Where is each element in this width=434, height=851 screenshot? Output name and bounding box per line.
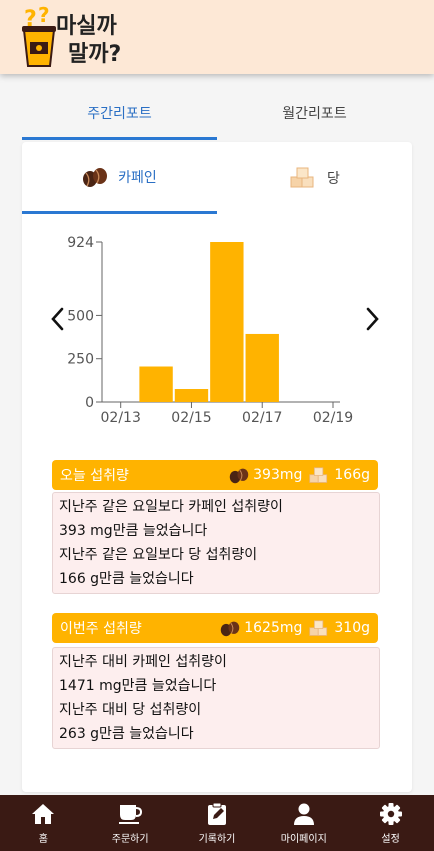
today-caffeine-value: 393mg [253, 467, 303, 483]
week-caffeine-value: 1625mg [244, 620, 303, 636]
today-intake-bar: 오늘 섭취량 393mg 166g [52, 460, 378, 490]
x-tick-label: 02/15 [171, 410, 211, 426]
today-detail-line: 393 mg만큼 늘었습니다 [59, 523, 208, 539]
week-intake-bar: 이번주 섭취량 1625mg 310g [52, 613, 378, 643]
coffee-bean-icon [229, 468, 249, 483]
y-tick-label: 500 [67, 308, 94, 324]
chart-bar [210, 242, 244, 402]
y-tick-label: 924 [67, 235, 94, 251]
caffeine-chart: 0 250 500 924 02/13 02/15 02/17 02/19 [22, 230, 412, 430]
nav-mypage-label: 마이페이지 [280, 834, 327, 845]
coffee-bean-icon [82, 166, 108, 188]
sugar-cube-icon [309, 619, 328, 636]
today-intake-details: 지난주 같은 요일보다 카페인 섭취량이 393 mg만큼 늘었습니다 지난주 … [52, 492, 380, 594]
home-icon [32, 804, 55, 824]
tab-sugar[interactable]: 당 [217, 142, 412, 214]
chart-bar [139, 366, 173, 402]
clipboard-edit-icon [207, 802, 226, 825]
nutrient-tabs: 카페인 당 [22, 142, 412, 214]
x-tick-label: 02/13 [101, 410, 141, 426]
x-tick-label: 02/19 [313, 410, 353, 426]
bottom-nav: 홈 주문하기 기록하기 마이페이지 설정 [0, 795, 434, 851]
today-intake-title: 오늘 섭취량 [60, 468, 129, 484]
week-sugar-value: 310g [334, 620, 370, 636]
sugar-cube-icon [309, 466, 328, 483]
coffee-bean-icon [221, 621, 240, 636]
nav-record-label: 기록하기 [198, 834, 236, 845]
today-detail-line: 166 g만큼 늘었습니다 [59, 571, 194, 587]
chart-bar [174, 389, 209, 402]
tab-weekly-report[interactable]: 주간리포트 [22, 94, 217, 140]
tab-caffeine[interactable]: 카페인 [22, 142, 217, 214]
chart-bar [245, 333, 279, 402]
report-card: 카페인 당 0 250 500 924 02/13 02/15 02/17 02/19 오늘 … [22, 142, 412, 792]
nav-home[interactable]: 홈 [0, 795, 87, 851]
gear-icon [379, 803, 402, 825]
person-icon [293, 803, 314, 825]
tab-monthly-report[interactable]: 월간리포트 [217, 94, 412, 140]
coffee-cup-icon [119, 805, 143, 824]
week-detail-line: 지난주 대비 카페인 섭취량이 [59, 654, 227, 670]
x-tick-label: 02/17 [242, 410, 282, 426]
nav-home-label: 홈 [38, 834, 48, 845]
week-detail-line: 지난주 대비 당 섭취량이 [59, 702, 202, 718]
nav-mypage[interactable]: 마이페이지 [260, 795, 347, 851]
nav-settings-label: 설정 [381, 834, 400, 845]
nav-record[interactable]: 기록하기 [174, 795, 261, 851]
week-caffeine-stat: 1625mg [220, 620, 302, 637]
today-sugar-stat: 166g [308, 466, 370, 484]
today-caffeine-stat: 393mg [229, 467, 302, 484]
tab-sugar-label: 당 [327, 171, 340, 187]
nav-settings[interactable]: 설정 [347, 795, 434, 851]
y-tick-label: 0 [85, 395, 94, 411]
today-detail-line: 지난주 같은 요일보다 당 섭취량이 [59, 547, 258, 563]
nav-order[interactable]: 주문하기 [87, 795, 174, 851]
app-header: ? ? 마실까 말까? [0, 0, 434, 74]
chart-svg: 0 250 500 924 02/13 02/15 02/17 02/19 [67, 235, 353, 426]
week-intake-title: 이번주 섭취량 [60, 621, 142, 637]
week-intake-details: 지난주 대비 카페인 섭취량이 1471 mg만큼 늘었습니다 지난주 대비 당… [52, 647, 380, 749]
nav-order-label: 주문하기 [111, 834, 149, 845]
week-detail-line: 263 g만큼 늘었습니다 [59, 726, 194, 742]
today-sugar-value: 166g [334, 467, 370, 483]
logo-text-line2: 말까? [68, 42, 122, 67]
sugar-cube-icon [289, 167, 317, 189]
svg-text:?: ? [38, 4, 50, 27]
week-sugar-stat: 310g [308, 619, 370, 637]
report-tabs: 주간리포트 월간리포트 [22, 94, 412, 140]
y-tick-label: 250 [67, 352, 94, 368]
week-detail-line: 1471 mg만큼 늘었습니다 [59, 678, 217, 694]
tab-caffeine-label: 카페인 [118, 169, 157, 186]
today-detail-line: 지난주 같은 요일보다 카페인 섭취량이 [59, 499, 283, 515]
